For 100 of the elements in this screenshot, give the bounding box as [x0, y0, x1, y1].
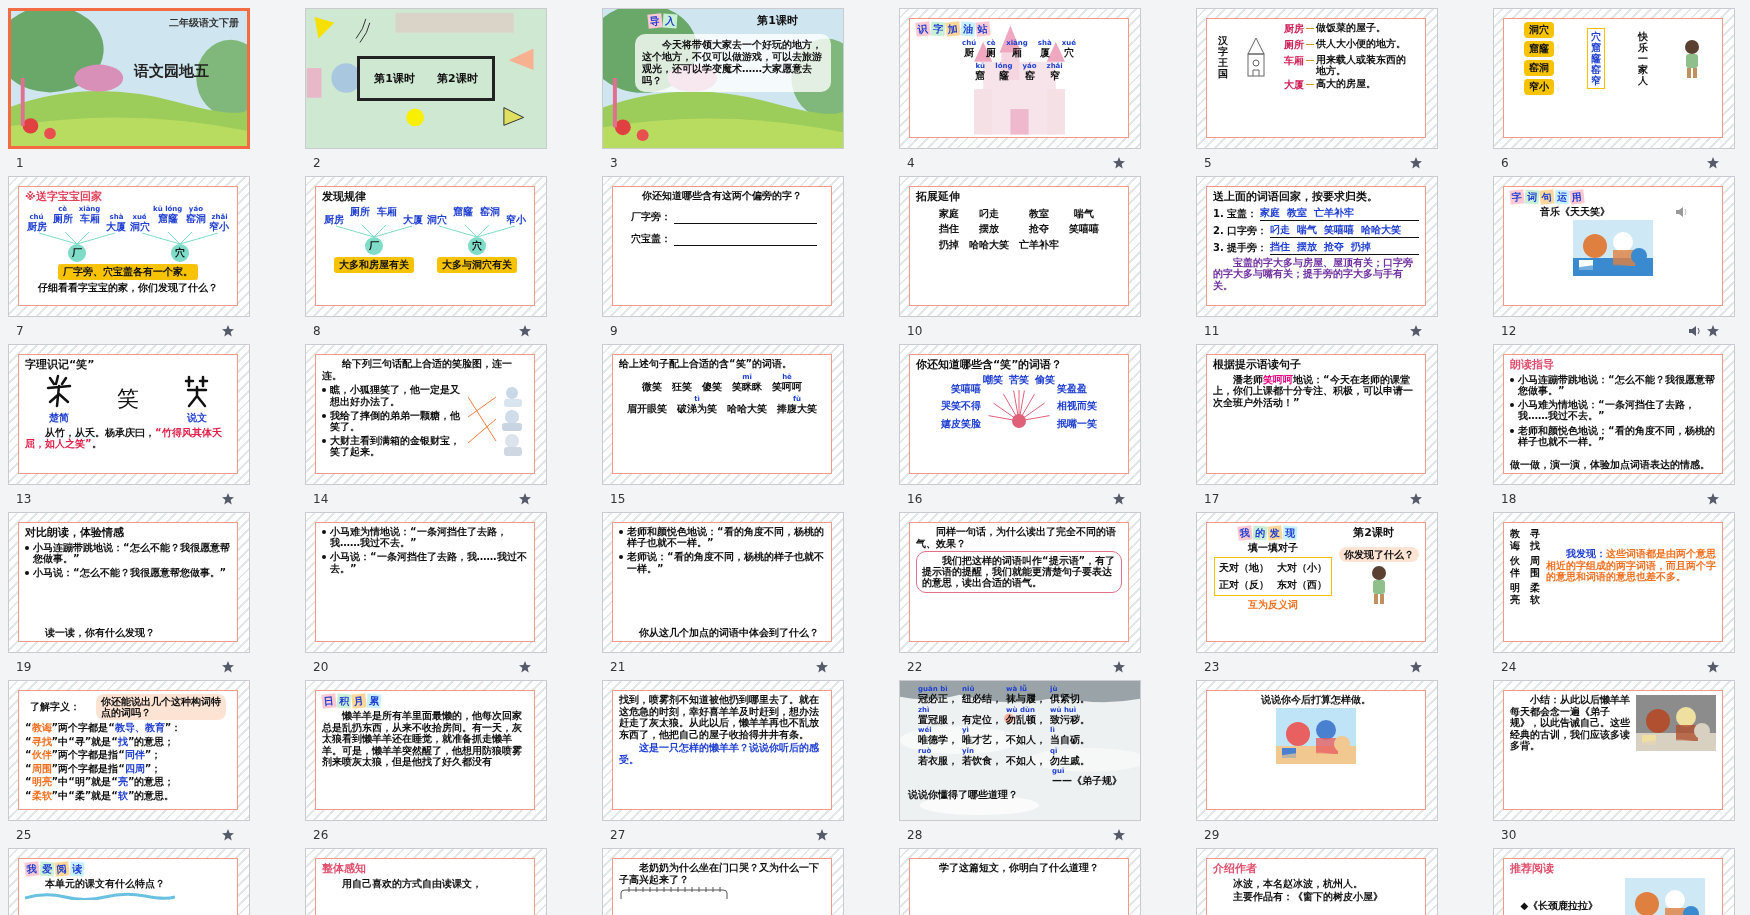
slide-thumbnail[interactable]: 拓展延伸 家庭 叼走 教室 喘气 挡住 摆放 抢夺 笑嘻嘻 扔掉 哈哈大笑 亡羊补牢 — [899, 176, 1141, 317]
transition-icon[interactable] — [815, 660, 828, 673]
paragraph-text: 我发现：这些词语都是由两个意思相近的字组成的两字词语，而且两个字的意思和词语的意思也差不多。 — [1546, 548, 1716, 583]
slide-title: 介绍作者 — [1213, 862, 1258, 876]
verse-text: 当自砺。 — [1050, 734, 1090, 746]
transition-icon[interactable] — [1112, 660, 1125, 673]
slide-number: 14 — [313, 491, 329, 506]
slide-thumbnail[interactable]: 送上面的词语回家，按要求归类。 1. 宝盖： 家庭 教室 亡羊补牢 2. 口字旁： 叼走 喘气 笑嘻嘻 哈哈大笑 3. 提手旁： 挡住 摆放 抢夺 扔掉 宝盖的字大多与房屋、屋顶有关；口字旁的字大多与嘴有关；提手旁的字大多与手有关。 — [1196, 176, 1438, 317]
slide-thumbnail[interactable]: 洞穴 窟窿 窑洞 窄小 穴窟窿窑窄 快乐一家人 — [1493, 8, 1735, 149]
slide-text: ◆《长颈鹿拉拉》 — [1520, 900, 1599, 912]
transition-icon[interactable] — [221, 660, 234, 673]
slide-title: 拓展延伸 — [916, 190, 961, 204]
transition-icon[interactable] — [1706, 324, 1719, 337]
lesson-link[interactable]: 第1课时 — [374, 71, 415, 86]
definition-text: 用来载人或装东西的地方。 — [1316, 54, 1407, 76]
slide-number: 29 — [1204, 827, 1220, 842]
transition-icon[interactable] — [1409, 156, 1422, 169]
slide-thumbnail[interactable]: 你还知道哪些含有这两个偏旁的字？ 厂字旁： 穴宝盖： — [602, 176, 844, 317]
verse-text: ——《弟子规》 — [1052, 775, 1122, 787]
slide-thumbnail[interactable]: 同样一句话，为什么读出了完全不同的语气、效果？ 我们把这样的词语叫作“提示语”，有了提示语的提醒，我们就能更清楚句子要表达的意思，读出合适的语气。 — [899, 512, 1141, 653]
bullet-text: 小马连蹦带跳地说：“怎么不能？我很愿意帮您做事。” — [1518, 373, 1716, 397]
word-text: 教诲 — [1510, 528, 1520, 551]
transition-icon[interactable] — [221, 492, 234, 505]
paragraph-text: 本单元的课文有什么特点？ — [44, 878, 166, 890]
slide-thumbnail[interactable]: 导入 第1课时 今天将带领大家去一个好玩的地方，这个地方，不仅可以做游戏，可以去旅游观光，还可以学变魔术……大家愿意去吗？ — [602, 8, 844, 149]
pair-text: 正对（反） — [1218, 577, 1269, 592]
slide-thumbnail[interactable]: 推荐阅读 ◆《长颈鹿拉拉》 — [1493, 848, 1735, 915]
word-text: 厨房 — [26, 220, 47, 233]
slide-thumbnail[interactable]: 老奶奶为什么坐在门口哭？又为什么一下子高兴起来了？ — [602, 848, 844, 915]
word-text: 苦笑 — [1009, 373, 1029, 386]
slide-thumbnail[interactable]: 了解字义： 你还能说出几个这种构词特点的词吗？ “教诲”两个字都是“教导、教育”： “寻找”中“寻”就是“找”的意思； “伙伴”两个字都是指“同伴”； “周围”两个字都是指“四周”； “明亮”中“明”就是“亮”的意思； “柔软”中“柔”就是“软”的意思。 — [8, 680, 250, 821]
slide-text: 学了这篇短文，你明白了什么道理？ — [938, 862, 1100, 874]
radical-node: 厂 — [67, 244, 86, 263]
slide-title: 你还知道哪些含“笑”的词语？ — [916, 358, 1064, 372]
slide-title: 整体感知 — [322, 862, 367, 876]
paragraph-text: 从竹，从夭。杨承庆曰，“竹得风其体夭屈，如人之笑”。 — [25, 426, 223, 450]
slide-thumbnail[interactable]: 老师和颜悦色地说：“看的角度不同，杨桃的样子也就不一样。” 老师说：“看的角度不同，杨桃的样子也就不一样。” 你从这几个加点的词语中体会到了什么？ — [602, 512, 844, 653]
word-text: 穴 — [1063, 47, 1074, 59]
transition-icon[interactable] — [1409, 324, 1422, 337]
transition-icon[interactable] — [1112, 828, 1125, 841]
verse-text: 唯才艺， — [962, 734, 1002, 746]
slide-thumbnail[interactable]: 朗读指导 小马连蹦带跳地说：“怎么不能？我很愿意帮您做事。” 小马难为情地说：“一条河挡住了去路，我……我过不去。” 老师和颜悦色地说：“看的角度不同，杨桃的样子也就不一样。” 做一做，演一演，体验加点词语表达的情感。 — [1493, 344, 1735, 485]
transition-icon[interactable] — [518, 492, 531, 505]
pair-text: 天对（地） — [1218, 560, 1269, 575]
slide-text: 找到，喷雾剂不知道被他扔到哪里去了。就在这危急的时刻，幸好喜羊羊及时赶到，想办法赶走了灰太狼。从此以后，懒羊羊再也不乱放东西了，他把自己的屋子收拾得井井有条。 — [619, 694, 820, 740]
slide-number: 17 — [1204, 491, 1220, 506]
transition-icon[interactable] — [1706, 660, 1719, 673]
glyph-caption: 楚简 — [48, 410, 69, 425]
section-tag: 字词句运用 — [1510, 190, 1584, 204]
transition-icon[interactable] — [1112, 492, 1125, 505]
word-text: 傻笑 — [702, 380, 722, 392]
word-text: 破涕为笑 — [677, 403, 717, 415]
word-text: 家庭 — [939, 207, 959, 220]
verse-text: 不如人， — [1006, 734, 1046, 746]
slide-thumbnail[interactable]: 你还知道哪些含“笑”的词语？ 笑嘻嘻 哭笑不得 嬉皮笑脸 嘲笑 苦笑 偷笑 笑盈盈 相视而笑 抿嘴一笑 — [899, 344, 1141, 485]
transition-icon[interactable] — [1706, 492, 1719, 505]
transition-icon[interactable] — [518, 660, 531, 673]
slide-thumbnail[interactable]: 对比朗读，体验情感 小马连蹦带跳地说：“怎么不能？我很愿意帮您做事。” 小马说：“怎么不能？我很愿意帮您做事。” 读一读，你有什么发现？ — [8, 512, 250, 653]
word-text: 叼走 — [979, 207, 999, 220]
slide-thumbnail[interactable]: 小结：从此以后懒羊羊每天都会念一遍《弟子规》，以此告诫自己。这些经典的古训，我们应该多读多背。 — [1493, 680, 1735, 821]
word-text: 伙伴 — [1510, 555, 1520, 578]
slide-thumbnail[interactable]: 第1课时 第2课时 — [305, 8, 547, 149]
slide-thumbnail[interactable]: 根据提示语读句子 潘老师笑呵呵地说：“今天在老师的课堂上，你们上课都十分专注、积极，可以申请一次全班户外活动！” — [1196, 344, 1438, 485]
transition-icon[interactable] — [1409, 492, 1422, 505]
speech-bubble: 你发现了什么？ — [1338, 547, 1419, 562]
word-text: 相视而笑 — [1057, 400, 1097, 412]
glyph-caption: 说文 — [187, 410, 208, 425]
slide-thumbnail[interactable]: 字词句运用 音乐《天天笑》 — [1493, 176, 1735, 317]
slide-thumbnail[interactable]: 说说你今后打算怎样做。 — [1196, 680, 1438, 821]
word-text: 笑嘻嘻 — [951, 382, 981, 395]
transition-icon[interactable] — [815, 828, 828, 841]
transition-icon[interactable] — [1112, 156, 1125, 169]
transition-icon[interactable] — [518, 324, 531, 337]
verse-text: 不如人， — [1006, 754, 1046, 766]
transition-icon[interactable] — [221, 828, 234, 841]
slide-thumbnail[interactable]: 介绍作者 冰波，本名赵冰波，杭州人。 主要作品有：《窗下的树皮小屋》 — [1196, 848, 1438, 915]
slide-thumbnail[interactable]: 给下列三句话配上合适的笑脸图，连一连。 瞧，小狐狸笑了，他一定是又想出好办法了。 我给了摔倒的弟弟一颗糖，他笑了。 大财主看到满箱的金银财宝，笑了起来。 — [305, 344, 547, 485]
slide-thumbnail[interactable]: 学了这篇短文，你明白了什么道理？ — [899, 848, 1141, 915]
bullet-icon — [1510, 403, 1514, 408]
slide-thumbnail[interactable]: 日积月累 懒羊羊是所有羊里面最懒的，他每次回家总是乱扔东西，从来不收拾房间。有一天，灰太狼看到懒羊羊还在睡觉，就准备抓走懒羊羊。可是，懒羊羊突然醒了，他想用防狼喷雾剂来喷灰太狼，但是他找了好久都没有 — [305, 680, 547, 821]
slide-thumbnail[interactable]: 字理识记“笑” 楚简 笑 说文 从竹，从夭。杨承庆曰，“竹得风其体夭屈，如人之笑”。 — [8, 344, 250, 485]
speaker-icon[interactable] — [1688, 324, 1701, 337]
pair-text: 东对（西） — [1276, 577, 1327, 592]
field-label: 穴宝盖： — [631, 231, 671, 246]
answer-text: 家庭 教室 亡羊补牢 — [1260, 205, 1419, 221]
slide-thumbnail[interactable]: 我的发现 第2课时 填一填对子 天对（地） 大对（小） 正对（反） 东对（西） 互为反义词 你发现了什么？ — [1196, 512, 1438, 653]
speaker-icon[interactable] — [1674, 206, 1687, 218]
slide-thumbnail[interactable]: 小马难为情地说：“一条河挡住了去路，我……我过不去。” 小马说：“一条河挡住了去路，我……我过不去。” — [305, 512, 547, 653]
transition-icon[interactable] — [221, 324, 234, 337]
slide-thumbnail[interactable]: 汉字王国 厨房 做饭菜的屋子。 厕所 供人大小便的地方。 车厢 用来载人或装东西的地方。 大厦 高大的房屋。 — [1196, 8, 1438, 149]
slide-thumbnail[interactable]: 整体感知 用自己喜欢的方式自由读课文， — [305, 848, 547, 915]
slide-thumbnail[interactable]: 发现规律 厨房 厕所 车厢 大厦 厂 洞穴 窟窿 窑洞 窄小 穴 大多和房屋有关 大多与洞穴有关 — [305, 176, 547, 317]
transition-icon[interactable] — [1409, 660, 1422, 673]
slide-thumbnail[interactable]: 找到，喷雾剂不知道被他扔到哪里去了。就在这危急的时刻，幸好喜羊羊及时赶到，想办法赶走了灰太狼。从此以后，懒羊羊再也不乱放东西了，他把自己的屋子收拾得井井有条。 这是一只怎样的懒羊羊？说说你听后的感受。 — [602, 680, 844, 821]
lesson-link[interactable]: 第2课时 — [437, 71, 478, 86]
slide-thumbnail[interactable]: 我爱阅读 本单元的课文有什么特点？ — [8, 848, 250, 915]
bullet-icon — [25, 545, 29, 550]
word-text: 车厢 — [376, 205, 397, 218]
word-tag: 洞穴 — [1523, 22, 1554, 38]
transition-icon[interactable] — [1706, 156, 1719, 169]
